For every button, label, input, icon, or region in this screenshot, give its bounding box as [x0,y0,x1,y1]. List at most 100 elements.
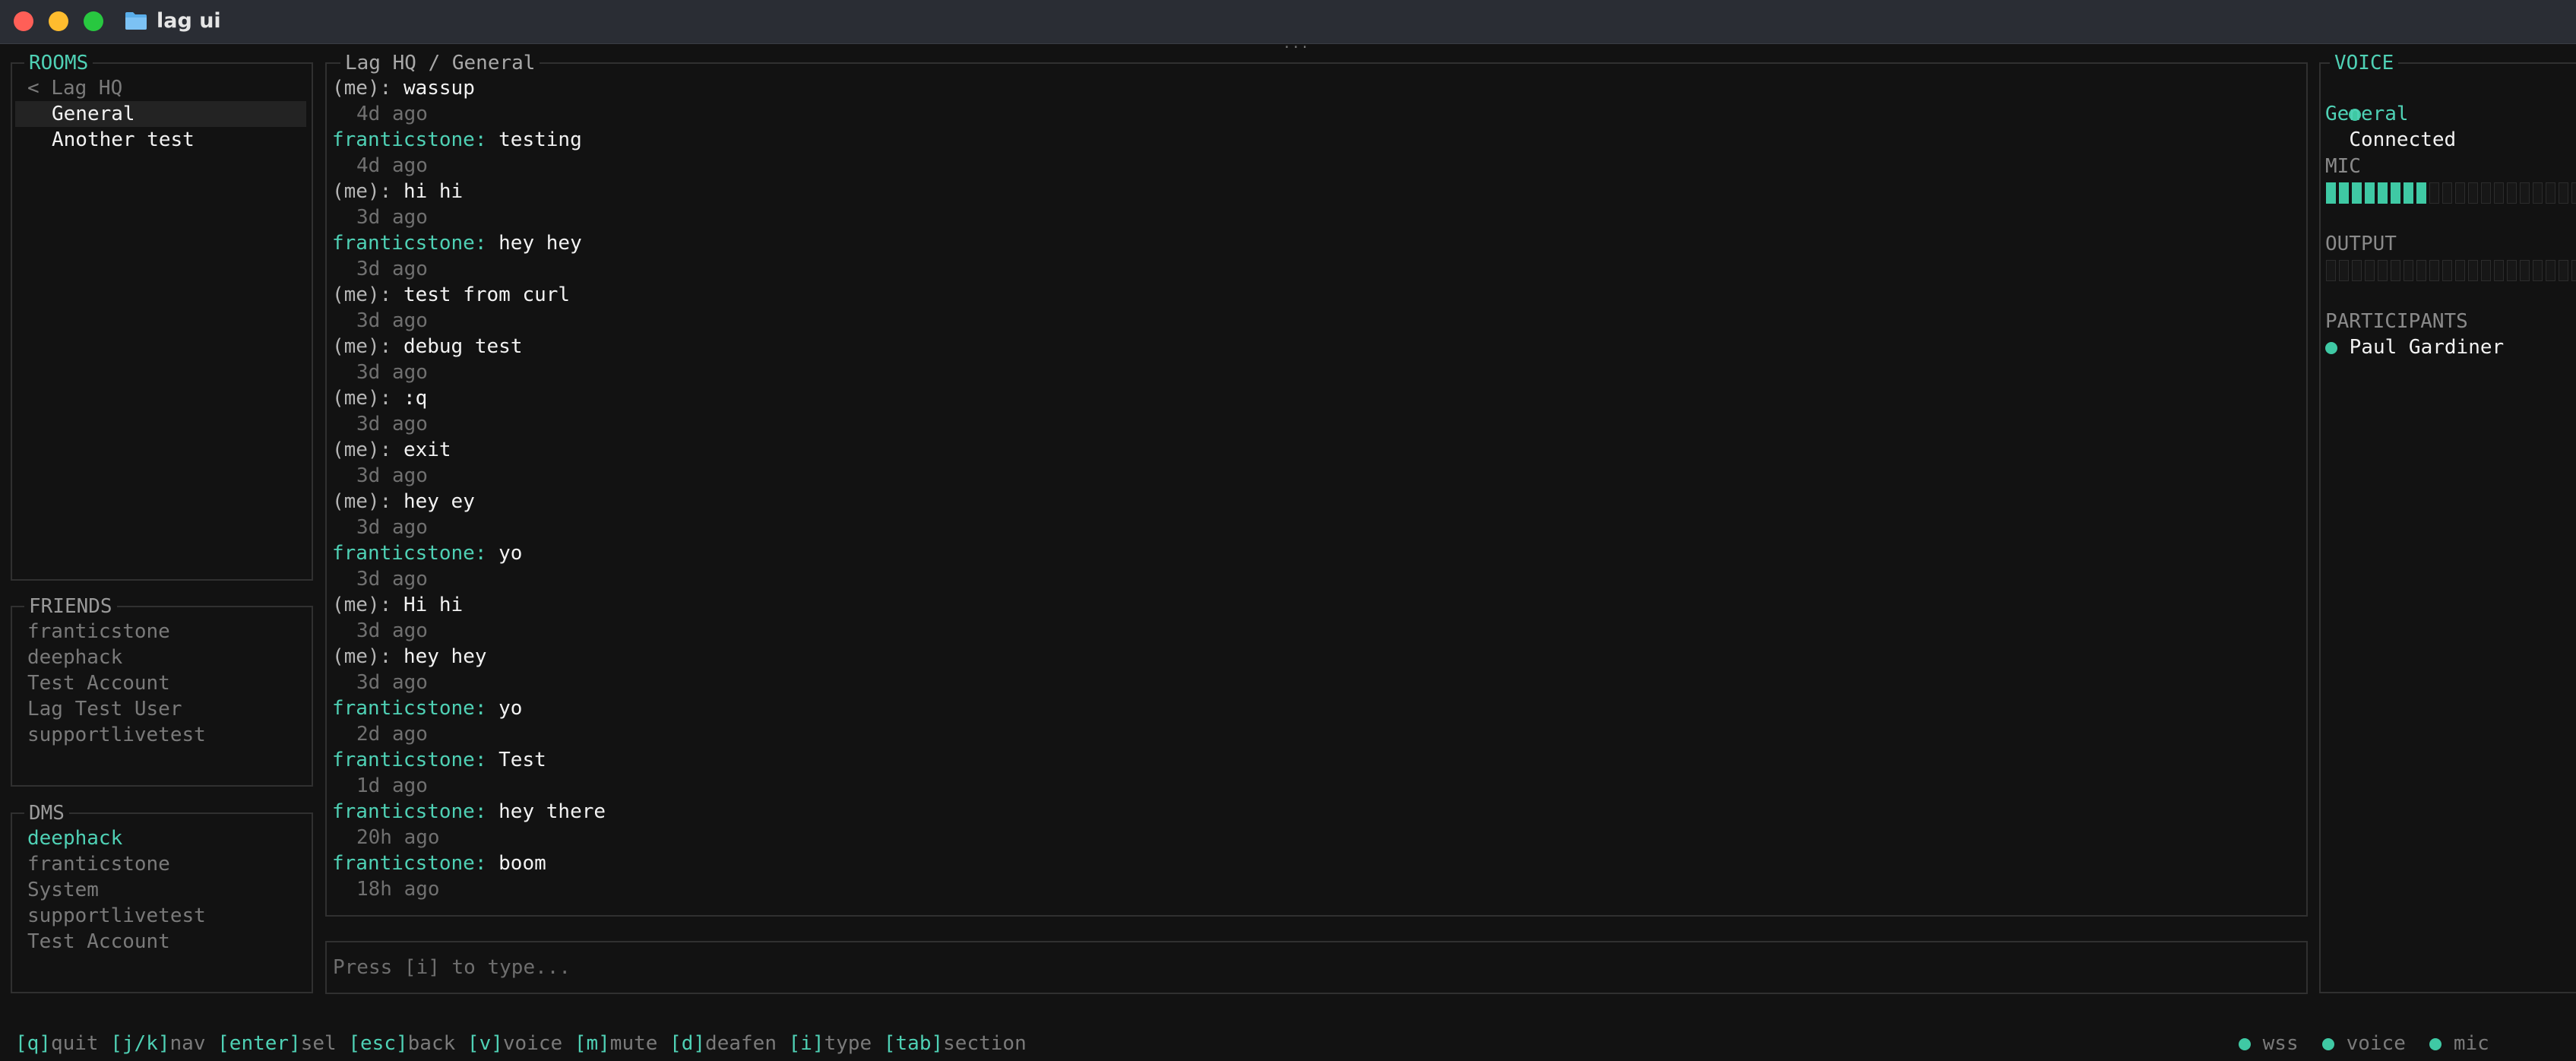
message-text: Hi hi [403,594,464,616]
message-row: franticstone: testing [332,127,582,153]
dm-item[interactable]: deephack [27,825,122,851]
output-level-meter [2326,260,2576,281]
message-input-placeholder: Press [i] to type... [333,956,571,979]
message-text: debug test [403,335,523,358]
meter-segment [2404,182,2413,204]
meter-segment [2391,260,2400,281]
message-author: franticstone: [332,128,487,151]
friend-item[interactable]: franticstone [27,619,170,645]
hint-label: deafen [705,1032,777,1055]
message-author: franticstone: [332,852,487,875]
meter-segment [2378,260,2388,281]
message-author: (me): [332,645,392,668]
maximize-window-button[interactable] [84,11,103,31]
message-timestamp: 20h ago [356,826,440,849]
message-row: franticstone: hey there [332,799,606,825]
message-text: hi hi [403,180,464,203]
back-to-server[interactable]: < Lag HQ [27,75,122,101]
message-text: test from curl [403,283,571,306]
message-timestamp: 3d ago [356,206,428,229]
drag-handle[interactable]: ··· [1283,40,1310,55]
message-author: (me): [332,335,392,358]
meter-segment [2507,182,2517,204]
meter-segment [2365,182,2375,204]
meter-segment [2352,182,2362,204]
message-author: (me): [332,594,392,616]
minimize-window-button[interactable] [49,11,68,31]
meter-segment [2571,260,2576,281]
friend-item[interactable]: supportlivetest [27,722,206,748]
message-row: (me): hey hey [332,644,487,670]
close-window-button[interactable] [14,11,33,31]
meter-segment [2416,182,2426,204]
hint-key: [q] [15,1032,51,1055]
message-timestamp: 3d ago [356,258,428,280]
meter-segment [2365,260,2375,281]
meter-segment [2494,260,2504,281]
friend-item[interactable]: deephack [27,645,122,670]
meter-segment [2468,260,2478,281]
hint-key: [i] [788,1032,824,1055]
meter-segment [2559,182,2568,204]
message-author: (me): [332,387,392,410]
room-item[interactable]: Another test [52,127,195,153]
voice-channel[interactable]: General [2325,101,2409,127]
message-text: testing [498,128,582,151]
hint-key: [j/k] [110,1032,170,1055]
meter-segment [2442,260,2452,281]
message-text: boom [498,852,546,875]
message-input-box[interactable]: Press [i] to type... [325,941,2308,994]
meter-segment [2520,182,2530,204]
meter-segment [2468,182,2478,204]
message-row: (me): debug test [332,334,522,359]
dm-item[interactable]: Test Account [27,929,170,955]
participant-item[interactable]: Paul Gardiner [2325,334,2504,360]
message-row: (me): hey ey [332,489,475,515]
friend-item[interactable]: Lag Test User [27,696,182,722]
message-row: franticstone: boom [332,850,546,876]
mic-status-icon [2429,1037,2442,1050]
mic-label: MIC [2325,155,2361,178]
meter-segment [2429,260,2439,281]
friend-item[interactable]: Test Account [27,670,170,696]
hint-key: [enter] [217,1032,301,1055]
meter-segment [2455,260,2465,281]
meter-segment [2533,260,2543,281]
room-item[interactable]: General [52,101,135,127]
message-text: Test [498,749,546,771]
message-text: hey there [498,800,606,823]
message-author: (me): [332,283,392,306]
message-author: franticstone: [332,697,487,720]
hint-key: [tab] [883,1032,944,1055]
message-timestamp: 3d ago [356,619,428,642]
meter-segment [2571,182,2576,204]
meter-segment [2533,182,2543,204]
message-text: hey hey [498,232,582,255]
message-author: (me): [332,439,392,461]
voice-status-icon [2321,1037,2334,1050]
message-row: franticstone: yo [332,695,522,721]
message-timestamp: 1d ago [356,774,428,797]
message-author: franticstone: [332,800,487,823]
message-author: (me): [332,490,392,513]
mic-level-meter [2326,182,2576,204]
message-timestamp: 3d ago [356,464,428,487]
chat-panel: Lag HQ / General [325,50,2308,917]
chat-title: Lag HQ / General [340,50,540,76]
meter-segment [2429,182,2439,204]
hint-label: type [824,1032,872,1055]
hint-label: mute [609,1032,658,1055]
dm-item[interactable]: supportlivetest [27,903,206,929]
meter-segment [2352,260,2362,281]
window-title: lag ui [157,9,221,33]
dm-item[interactable]: System [27,877,99,903]
indicator-label: voice [2346,1032,2406,1055]
meter-segment [2339,260,2349,281]
meter-segment [2481,260,2491,281]
message-row: (me): hi hi [332,179,463,204]
hint-label: section [943,1032,1027,1055]
meter-segment [2378,182,2388,204]
meter-segment [2481,182,2491,204]
message-author: (me): [332,180,392,203]
dm-item[interactable]: franticstone [27,851,170,877]
